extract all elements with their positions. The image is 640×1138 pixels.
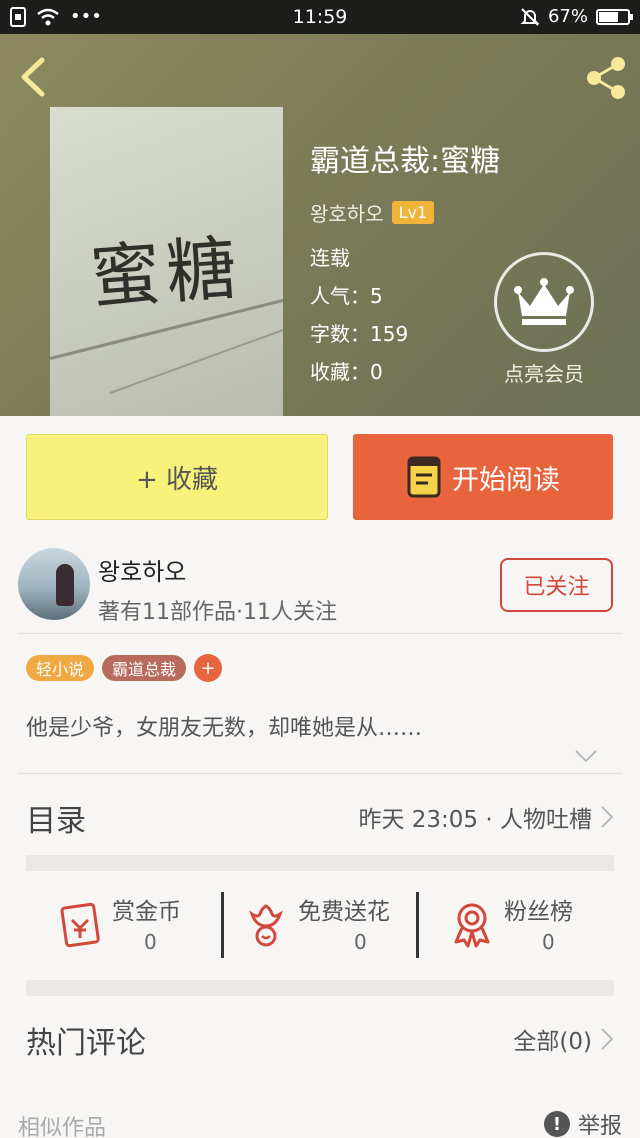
hot-comments-row[interactable]: 热门评论 全部(0): [26, 998, 614, 1078]
catalog-latest: 昨天 23:05 · 人物吐槽: [358, 800, 614, 834]
stat-reward-label: 赏金币: [112, 899, 181, 925]
author-stats: 著有11部作品·11人关注: [98, 600, 337, 625]
support-stats: 赏金币 0 免费送花 0 粉丝榜 0: [26, 874, 614, 974]
status-icons-right: 67%: [520, 6, 633, 27]
medal-icon: [454, 903, 490, 948]
chevron-down-icon: [575, 750, 597, 763]
book-word-count: 字数：159: [310, 322, 409, 346]
expand-summary-button[interactable]: [574, 748, 598, 764]
status-bar: ••• 11:59 67%: [0, 0, 640, 34]
add-tag-button[interactable]: +: [194, 654, 223, 682]
divider: [416, 892, 419, 958]
collect-button[interactable]: + 收藏: [26, 434, 328, 520]
avatar[interactable]: [18, 548, 90, 620]
vip-button[interactable]: 点亮会员: [494, 252, 594, 387]
start-reading-label: 开始阅读: [452, 464, 560, 496]
stat-reward-value: 0: [144, 930, 157, 954]
book-author-line: 왕호하오 Lv1: [310, 198, 435, 227]
book-status: 连载: [310, 246, 350, 270]
tag-light-novel[interactable]: 轻小说: [26, 655, 95, 681]
chevron-right-icon: [601, 806, 614, 828]
back-arrow-icon: [21, 57, 45, 97]
vip-label: 点亮会员: [504, 362, 584, 386]
divider: [18, 773, 622, 774]
tag-ceo-romance[interactable]: 霸道总裁: [102, 655, 187, 681]
alert-icon: !: [543, 1111, 570, 1137]
flower-icon: [249, 904, 283, 947]
start-reading-button[interactable]: 开始阅读: [353, 434, 613, 520]
stat-fans-value: 0: [542, 930, 555, 954]
share-icon: [587, 57, 625, 99]
back-button[interactable]: [14, 54, 54, 100]
book-popularity: 人气：5: [310, 284, 383, 308]
book-hero: 蜜糖 霸道总裁:蜜糖 왕호하오 Lv1 连载 人气：5 字数：159 收藏：0 …: [0, 34, 640, 416]
book-icon: [407, 456, 441, 498]
author-name: 왕호하오: [98, 558, 187, 586]
book-author[interactable]: 왕호하오: [310, 198, 384, 227]
report-label: 举报: [577, 1114, 622, 1138]
share-button[interactable]: [582, 54, 630, 102]
crown-icon: [514, 278, 574, 325]
battery-icon: [596, 8, 633, 25]
book-cover[interactable]: 蜜糖: [50, 107, 283, 416]
catalog-title: 目录: [26, 804, 86, 839]
all-comments-link[interactable]: 全部(0): [513, 1022, 614, 1056]
stat-flower[interactable]: 免费送花 0: [242, 892, 412, 962]
chevron-right-icon: [601, 1028, 614, 1050]
stat-fans-label: 粉丝榜: [504, 899, 573, 925]
stat-reward[interactable]: 赏金币 0: [56, 892, 226, 962]
vip-circle: [494, 252, 594, 352]
catalog-row[interactable]: 目录 昨天 23:05 · 人物吐槽: [26, 776, 614, 856]
divider: [221, 892, 224, 958]
report-button[interactable]: ! 举报: [543, 1108, 622, 1138]
tag-list: 轻小说 霸道总裁 +: [26, 654, 223, 682]
section-separator: [26, 980, 614, 996]
section-separator: [26, 855, 614, 871]
reward-envelope-icon: [60, 902, 100, 948]
hot-comments-title: 热门评论: [26, 1026, 146, 1061]
book-favorites: 收藏：0: [310, 360, 383, 384]
cover-calligraphy: 蜜糖: [87, 226, 246, 320]
follow-button[interactable]: 已关注: [500, 558, 613, 612]
avatar-figure: [56, 564, 74, 606]
similar-works-title: 相似作品: [18, 1116, 107, 1138]
battery-fill: [599, 11, 618, 22]
divider: [18, 633, 622, 634]
all-comments-label: 全部(0): [513, 1029, 592, 1055]
book-title: 霸道总裁:蜜糖: [310, 144, 501, 179]
book-summary: 他是少爷，女朋友无数，却唯她是从……: [26, 716, 423, 741]
stat-flower-value: 0: [354, 930, 367, 954]
battery-percent: 67%: [547, 6, 588, 27]
silent-bell-icon: [520, 7, 540, 26]
level-badge: Lv1: [391, 201, 435, 224]
author-card[interactable]: 왕호하오 著有11部作品·11人关注 已关注: [0, 540, 640, 632]
stat-flower-label: 免费送花: [298, 899, 390, 925]
catalog-latest-chapter: 昨天 23:05 · 人物吐槽: [358, 807, 592, 833]
stat-fans[interactable]: 粉丝榜 0: [448, 892, 614, 962]
